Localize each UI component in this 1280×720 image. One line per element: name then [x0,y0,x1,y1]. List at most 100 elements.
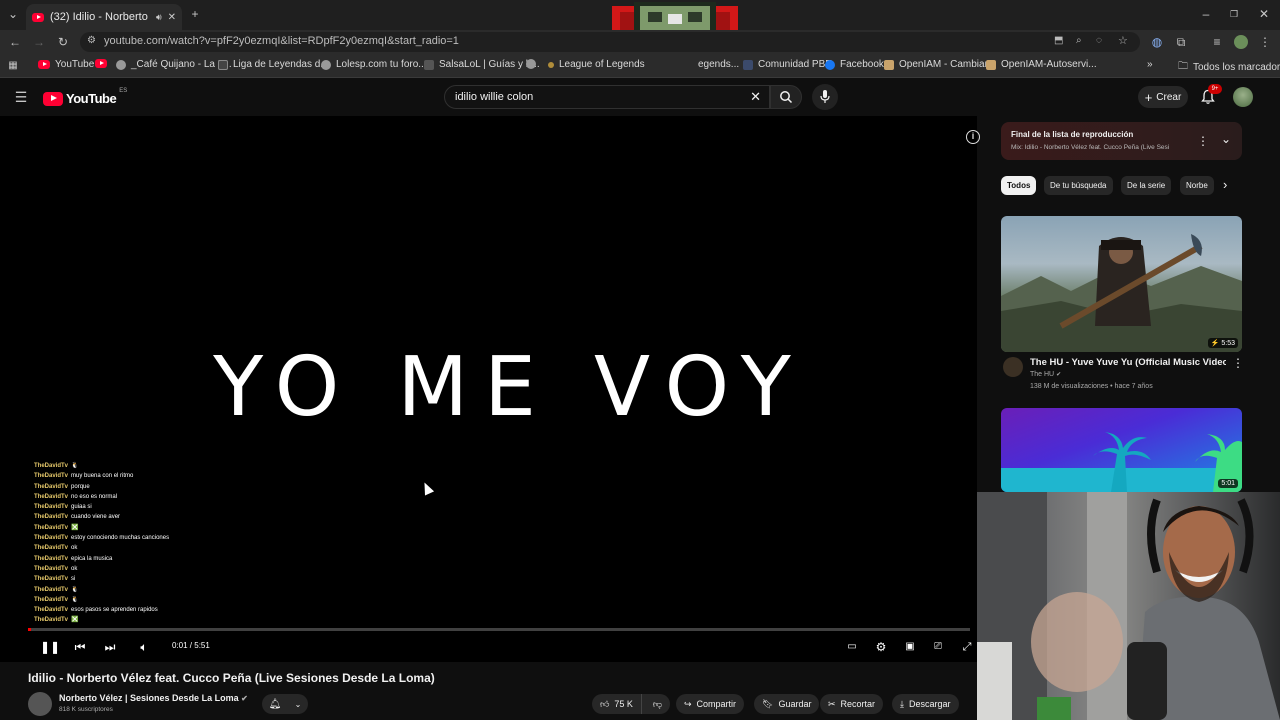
bookmark-openiam-cambiar[interactable]: OpenIAM - Cambiar... [884,59,996,70]
more-options-icon[interactable]: ⋮ [1232,356,1244,370]
puzzle-icon[interactable]: ⧉ [1174,35,1188,49]
hamburger-menu-icon[interactable]: ☰ [14,90,28,104]
chat-text: epica la musica [71,555,113,562]
channel-avatar[interactable] [28,692,52,716]
chat-text: ❎ [71,617,79,624]
plus-icon: + [1144,89,1153,105]
chip-de-la-serie[interactable]: De la serie [1121,176,1172,195]
new-tab-icon[interactable]: + [188,7,202,21]
restore-icon[interactable]: ❐ [1227,7,1241,21]
channel-name[interactable]: Norberto Vélez | Sesiones Desde La Loma … [59,693,248,703]
video-thumbnail[interactable]: 5:01 [1001,408,1242,492]
close-tab-icon[interactable]: ✕ [168,12,176,23]
video-progress-bar[interactable] [28,628,970,631]
chat-message: TheDavidTv ok [34,564,194,574]
bookmarks-overflow-icon[interactable]: » [1147,59,1153,70]
chevron-down-icon[interactable]: ⌄ [1221,132,1231,146]
chip-todos[interactable]: Todos [1001,176,1037,195]
fullscreen-icon[interactable]: ⤢ [959,639,975,655]
bookmark-salsalol[interactable]: SalsaLoL | Guías y b... [424,59,540,70]
browser-tab[interactable]: (32) Idilio - Norberto Vélez f 🔊︎ ✕ [26,4,182,30]
like-button[interactable]: 👍︎ 75 K [592,694,642,714]
cast-icon[interactable]: ⎚ [930,639,946,655]
youtube-logo[interactable]: YouTube ES [43,88,128,106]
voice-search-button[interactable] [812,84,838,110]
search-button[interactable] [770,85,802,109]
user-avatar[interactable] [1233,87,1253,107]
bookmark-globe[interactable] [526,59,536,69]
bookmark-youtube-icon-only[interactable] [95,59,107,68]
youtube-favicon-icon [38,60,50,69]
create-button[interactable]: + Crear [1138,86,1188,108]
thumbs-down-icon: 👎︎ [652,698,663,709]
back-icon[interactable]: ← [8,35,22,49]
s-icon [424,59,434,70]
chat-username: TheDavidTv [34,493,69,500]
address-bar[interactable]: ⚙ youtube.com/watch?v=pfF2y0ezmqI&list=R… [80,32,1140,52]
chevron-right-icon[interactable]: › [1223,177,1227,192]
channel-avatar[interactable] [1003,357,1023,377]
eye-slash-icon[interactable]: ◌ [1096,35,1102,46]
bookmark-legends[interactable]: egends... [698,59,739,70]
zoom-icon[interactable]: ⌕ [1076,35,1082,46]
dislike-button[interactable]: 👎︎ [647,699,668,710]
playlist-panel[interactable]: Final de la lista de reproducción Mix: I… [1001,122,1242,160]
bookmark-cafe-quijano[interactable]: _Café Quijano - La L... [116,59,232,70]
clear-search-icon[interactable]: ✕ [750,89,761,105]
chat-username: TheDavidTv [34,586,69,593]
chip-de-tu-busqueda[interactable]: De tu búsqueda [1044,176,1113,195]
thumbnail-image [1001,432,1242,492]
star-icon[interactable]: ☆ [1118,34,1128,47]
forward-icon[interactable]: → [32,35,46,49]
tab-search-icon[interactable]: ⌄ [6,7,20,21]
chat-text: no eso es normal [71,493,118,500]
install-icon[interactable]: ⬒ [1054,35,1063,46]
next-icon[interactable]: ⏭︎ [102,639,118,655]
bookmark-youtube[interactable]: YouTube [38,59,94,70]
facebook-icon [825,59,835,70]
media-icon[interactable]: ≡ [1210,35,1224,49]
bookmark-comunidad-pbe[interactable]: Comunidad PBE [743,59,832,70]
info-icon[interactable]: i [966,130,980,144]
video-channel[interactable]: The HU ✔ [1030,371,1061,378]
apps-icon[interactable]: ▦ [6,59,20,73]
chip-norbe[interactable]: Norbe [1180,176,1214,195]
search-input[interactable]: idilio willie colon ✕ [444,85,770,109]
subtitles-icon[interactable]: ▭ [844,639,860,655]
openiam-icon [986,59,996,70]
volume-icon[interactable]: 🔈︎ [136,639,152,655]
country-code: ES [119,88,128,94]
bookmark-liga-de-leyendas[interactable]: Liga de Leyendas d... [218,59,329,70]
bookmark-openiam-autoservicio[interactable]: OpenIAM-Autoservi... [986,59,1097,70]
chat-message: TheDavidTv ok [34,543,194,553]
bookmark-lolesp[interactable]: Lolesp.com tu foro... [321,59,427,70]
lol-icon [548,61,554,68]
close-window-icon[interactable]: ✕ [1257,7,1271,21]
bookmark-facebook[interactable]: Facebook [825,59,884,70]
chevron-down-icon: ⌄ [294,699,302,709]
tab-title: (32) Idilio - Norberto Vélez f [50,11,150,23]
clip-button[interactable]: ✂ Recortar [820,694,884,714]
video-title[interactable]: The HU - Yuve Yuve Yu (Official Music Vi… [1030,357,1226,368]
video-thumbnail[interactable]: ⚡ 5:53 [1001,216,1242,352]
all-bookmarks[interactable]: 🗀︎Todos los marcadores [1178,59,1280,76]
menu-dots-icon[interactable]: ⋮ [1258,35,1272,49]
more-options-icon[interactable]: ⋮ [1197,134,1209,148]
bookmark-league-of-legends[interactable]: League of Legends [548,59,645,70]
download-button[interactable]: ⤓ Descargar [892,694,959,714]
save-button[interactable]: 🔖︎ Guardar [754,694,820,714]
extension-icon[interactable]: ◍ [1150,35,1164,49]
chat-username: TheDavidTv [34,607,69,614]
share-button[interactable]: ↪ Compartir [676,694,745,714]
settings-icon[interactable]: ⚙ [873,639,889,655]
previous-icon[interactable]: ⏮︎ [72,639,88,655]
miniplayer-icon[interactable]: ▣ [902,639,918,655]
minimize-icon[interactable]: – [1199,7,1213,21]
chat-message: TheDavidTv muy buena con el ritmo [34,471,194,481]
subscription-bell-button[interactable]: 🔔︎ ⌄ [262,694,308,714]
reload-icon[interactable]: ↻ [56,35,70,49]
pause-icon[interactable]: ❚❚ [40,639,60,655]
site-info-icon[interactable]: ⚙ [87,35,96,46]
profile-icon[interactable] [1234,35,1248,49]
chat-message: TheDavidTv estoy conociendo muchas cancio… [34,533,194,543]
